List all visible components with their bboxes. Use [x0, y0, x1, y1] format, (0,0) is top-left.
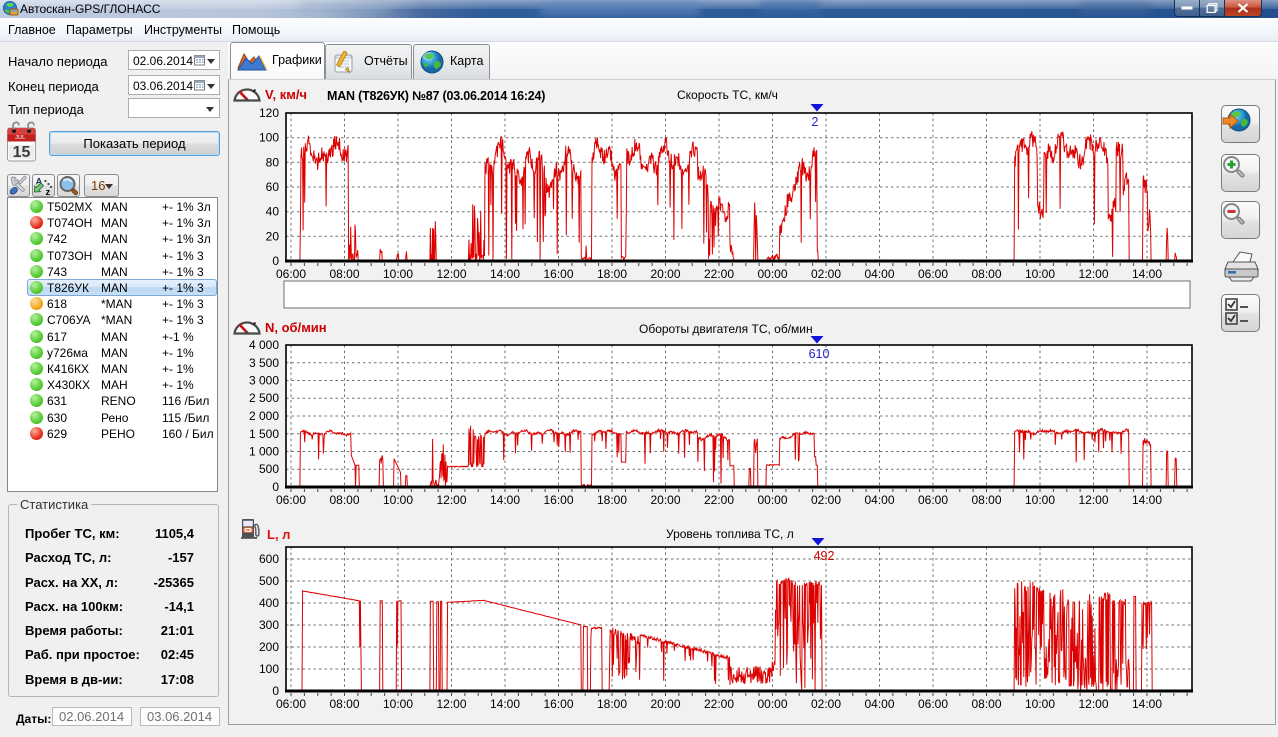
svg-text:60: 60 [266, 180, 280, 194]
svg-text:14:00: 14:00 [1132, 493, 1162, 507]
svg-text:20:00: 20:00 [650, 697, 680, 711]
svg-text:12:00: 12:00 [436, 697, 466, 711]
svg-text:04:00: 04:00 [864, 697, 894, 711]
svg-text:04:00: 04:00 [864, 493, 894, 507]
svg-text:492: 492 [814, 549, 835, 563]
svg-text:14:00: 14:00 [490, 493, 520, 507]
svg-text:10:00: 10:00 [1025, 697, 1055, 711]
svg-text:4 000: 4 000 [249, 338, 279, 352]
svg-text:600: 600 [259, 552, 279, 566]
svg-text:3 000: 3 000 [249, 374, 279, 388]
svg-text:08:00: 08:00 [329, 493, 359, 507]
svg-text:10:00: 10:00 [383, 267, 413, 281]
svg-text:20: 20 [266, 229, 280, 243]
svg-text:22:00: 22:00 [704, 267, 734, 281]
svg-text:1 000: 1 000 [249, 445, 279, 459]
svg-text:12:00: 12:00 [1078, 697, 1108, 711]
svg-text:12:00: 12:00 [436, 267, 466, 281]
svg-text:18:00: 18:00 [597, 493, 627, 507]
svg-text:22:00: 22:00 [704, 697, 734, 711]
svg-text:06:00: 06:00 [918, 267, 948, 281]
svg-text:40: 40 [266, 205, 280, 219]
svg-text:16:00: 16:00 [543, 697, 573, 711]
svg-text:08:00: 08:00 [971, 493, 1001, 507]
svg-text:12:00: 12:00 [1078, 267, 1108, 281]
svg-text:16:00: 16:00 [543, 267, 573, 281]
svg-text:200: 200 [259, 640, 279, 654]
svg-text:02:00: 02:00 [811, 697, 841, 711]
svg-text:500: 500 [259, 462, 279, 476]
svg-text:08:00: 08:00 [329, 267, 359, 281]
svg-text:02:00: 02:00 [811, 267, 841, 281]
svg-text:2 000: 2 000 [249, 409, 279, 423]
svg-text:2: 2 [812, 115, 819, 129]
svg-text:18:00: 18:00 [597, 267, 627, 281]
svg-text:06:00: 06:00 [276, 697, 306, 711]
svg-text:14:00: 14:00 [490, 267, 520, 281]
svg-text:00:00: 00:00 [757, 267, 787, 281]
svg-text:100: 100 [259, 131, 279, 145]
svg-text:14:00: 14:00 [1132, 267, 1162, 281]
svg-text:06:00: 06:00 [276, 267, 306, 281]
svg-text:10:00: 10:00 [1025, 493, 1055, 507]
svg-text:08:00: 08:00 [329, 697, 359, 711]
svg-text:0: 0 [272, 684, 279, 698]
svg-text:08:00: 08:00 [971, 267, 1001, 281]
svg-text:3 500: 3 500 [249, 356, 279, 370]
svg-text:80: 80 [266, 155, 280, 169]
svg-text:12:00: 12:00 [1078, 493, 1108, 507]
svg-text:10:00: 10:00 [1025, 267, 1055, 281]
svg-text:16:00: 16:00 [543, 493, 573, 507]
svg-text:22:00: 22:00 [704, 493, 734, 507]
svg-text:00:00: 00:00 [757, 493, 787, 507]
svg-text:100: 100 [259, 662, 279, 676]
svg-text:300: 300 [259, 618, 279, 632]
svg-text:1 500: 1 500 [249, 427, 279, 441]
svg-text:20:00: 20:00 [650, 493, 680, 507]
svg-text:06:00: 06:00 [918, 697, 948, 711]
svg-text:14:00: 14:00 [490, 697, 520, 711]
svg-text:0: 0 [272, 254, 279, 268]
svg-text:06:00: 06:00 [918, 493, 948, 507]
svg-text:400: 400 [259, 596, 279, 610]
svg-text:18:00: 18:00 [597, 697, 627, 711]
svg-text:0: 0 [272, 480, 279, 494]
svg-text:500: 500 [259, 574, 279, 588]
svg-text:10:00: 10:00 [383, 697, 413, 711]
svg-text:12:00: 12:00 [436, 493, 466, 507]
svg-text:02:00: 02:00 [811, 493, 841, 507]
svg-text:04:00: 04:00 [864, 267, 894, 281]
svg-text:10:00: 10:00 [383, 493, 413, 507]
svg-text:2 500: 2 500 [249, 391, 279, 405]
svg-text:06:00: 06:00 [276, 493, 306, 507]
svg-text:120: 120 [259, 106, 279, 120]
svg-text:14:00: 14:00 [1132, 697, 1162, 711]
svg-text:20:00: 20:00 [650, 267, 680, 281]
svg-text:610: 610 [809, 347, 830, 361]
svg-text:00:00: 00:00 [757, 697, 787, 711]
svg-text:08:00: 08:00 [971, 697, 1001, 711]
